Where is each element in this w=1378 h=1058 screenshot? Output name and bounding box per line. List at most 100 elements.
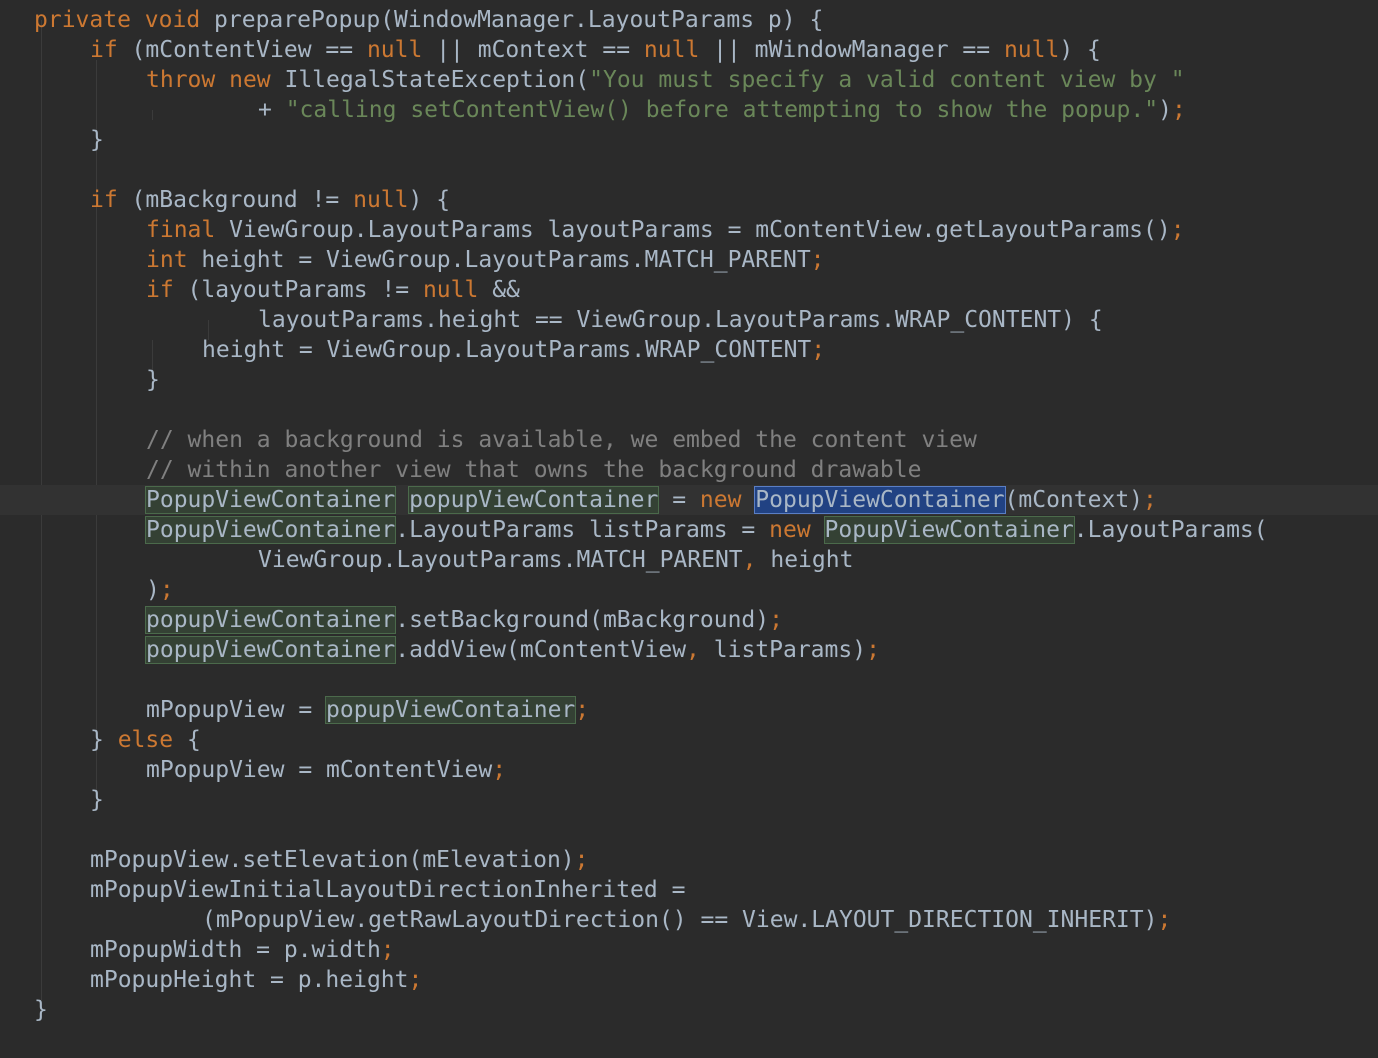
code-token: , (686, 637, 714, 663)
code-line[interactable]: if (mContentView == null || mContext == … (0, 35, 1378, 65)
code-token: ; (1170, 217, 1185, 243)
code-token: height = ViewGroup.LayoutParams.WRAP_CON… (202, 337, 812, 363)
code-line[interactable]: if (layoutParams != null && (0, 275, 1378, 305)
code-token: listParams) (713, 637, 867, 663)
code-line[interactable]: // within another view that owns the bac… (0, 455, 1378, 485)
code-token: height (770, 547, 854, 573)
code-token: mPopupView = (146, 697, 327, 723)
code-line[interactable]: height = ViewGroup.LayoutParams.WRAP_CON… (0, 335, 1378, 365)
code-token: .LayoutParams listParams = (395, 517, 770, 543)
code-line[interactable]: + "calling setContentView() before attem… (0, 95, 1378, 125)
code-token: , (742, 547, 771, 573)
code-text: mPopupHeight = p.height; (90, 965, 422, 995)
code-line[interactable]: int height = ViewGroup.LayoutParams.MATC… (0, 245, 1378, 275)
code-line[interactable]: popupViewContainer.setBackground(mBackgr… (0, 605, 1378, 635)
code-token: // within another view that owns the bac… (146, 457, 922, 483)
code-token: ; (1157, 907, 1172, 933)
code-token: "calling setContentView() before attempt… (285, 97, 1159, 123)
code-token: } (146, 367, 160, 393)
code-line[interactable] (0, 395, 1378, 425)
code-token: ) { (408, 187, 451, 213)
code-token: height = ViewGroup.LayoutParams.MATCH_PA… (201, 247, 811, 273)
code-token: (mBackground != (131, 187, 354, 213)
code-line[interactable]: private void preparePopup(WindowManager.… (0, 5, 1378, 35)
code-line-current[interactable]: PopupViewContainer popupViewContainer = … (0, 485, 1378, 515)
code-line[interactable]: throw new IllegalStateException("You mus… (0, 65, 1378, 95)
code-token: IllegalStateException( (284, 67, 590, 93)
code-line[interactable] (0, 665, 1378, 695)
code-token: ) (1158, 97, 1172, 123)
code-token: null (366, 37, 423, 63)
code-token: = (658, 487, 700, 513)
code-line[interactable]: mPopupViewInitialLayoutDirectionInherite… (0, 875, 1378, 905)
code-token: mPopupView = mContentView (146, 757, 493, 783)
code-token: (mContentView == (131, 37, 367, 63)
code-line[interactable]: mPopupView = popupViewContainer; (0, 695, 1378, 725)
code-text: } (34, 995, 48, 1025)
code-line[interactable]: PopupViewContainer .LayoutParams listPara… (0, 515, 1378, 545)
code-token: ; (574, 847, 589, 873)
code-line[interactable]: mPopupWidth = p.width; (0, 935, 1378, 965)
code-editor[interactable]: private void preparePopup(WindowManager.… (0, 0, 1378, 1058)
code-token: ) (146, 577, 160, 603)
code-token: && (492, 277, 520, 303)
code-token: ; (575, 697, 590, 723)
code-token: mPopupWidth = p.width (90, 937, 381, 963)
code-text: ViewGroup.LayoutParams.MATCH_PARENT, hei… (258, 545, 853, 575)
code-token: ViewGroup.LayoutParams layoutParams = mC… (229, 217, 1171, 243)
code-line[interactable]: (mPopupView.getRawLayoutDirection() == V… (0, 905, 1378, 935)
code-token: || mWindowManager == (699, 37, 1004, 63)
code-token: ; (408, 967, 423, 993)
code-line[interactable]: } (0, 785, 1378, 815)
code-line[interactable]: popupViewContainer.addView(mContentView,… (0, 635, 1378, 665)
code-token: layoutParams.height == ViewGroup.LayoutP… (258, 307, 1103, 333)
code-token: || mContext == (422, 37, 644, 63)
code-text: mPopupView = popupViewContainer; (146, 695, 589, 725)
code-text: if (mContentView == null || mContext == … (90, 35, 1101, 65)
code-line[interactable] (0, 155, 1378, 185)
code-line[interactable]: mPopupView.setElevation(mElevation); (0, 845, 1378, 875)
code-line[interactable]: if (mBackground != null) { (0, 185, 1378, 215)
code-line[interactable]: } (0, 365, 1378, 395)
code-line[interactable]: ViewGroup.LayoutParams.MATCH_PARENT, hei… (0, 545, 1378, 575)
code-text: popupViewContainer.setBackground(mBackgr… (144, 605, 783, 635)
code-text: if (mBackground != null) { (90, 185, 450, 215)
code-token: if (146, 277, 188, 303)
code-token: ; (159, 577, 174, 603)
code-line[interactable]: ); (0, 575, 1378, 605)
code-token: } (34, 997, 48, 1023)
code-line[interactable]: } (0, 125, 1378, 155)
code-line[interactable]: layoutParams.height == ViewGroup.LayoutP… (0, 305, 1378, 335)
code-token: ; (1171, 97, 1186, 123)
code-text: // when a background is available, we em… (146, 425, 977, 455)
code-text: PopupViewContainer .LayoutParams listPara… (144, 515, 1268, 545)
code-token: throw (146, 67, 230, 93)
code-text: height = ViewGroup.LayoutParams.WRAP_CON… (202, 335, 825, 365)
code-line[interactable]: final ViewGroup.LayoutParams layoutParam… (0, 215, 1378, 245)
highlighted-identifier: PopupViewContainer (823, 516, 1075, 544)
code-token: if (90, 37, 132, 63)
code-line[interactable] (0, 815, 1378, 845)
code-text: (mPopupView.getRawLayoutDirection() == V… (202, 905, 1171, 935)
code-token: void (144, 7, 215, 33)
code-text: PopupViewContainer popupViewContainer = … (144, 485, 1157, 515)
code-line[interactable]: } (0, 995, 1378, 1025)
code-token: "You must specify a valid content view b… (589, 67, 1185, 93)
code-line[interactable]: mPopupHeight = p.height; (0, 965, 1378, 995)
code-text: + "calling setContentView() before attem… (258, 95, 1186, 125)
code-line[interactable]: } else { (0, 725, 1378, 755)
code-text: popupViewContainer.addView(mContentView,… (144, 635, 880, 665)
code-text: throw new IllegalStateException("You mus… (146, 65, 1185, 95)
code-line[interactable]: mPopupView = mContentView; (0, 755, 1378, 785)
code-token: ; (492, 757, 507, 783)
code-line[interactable]: // when a background is available, we em… (0, 425, 1378, 455)
highlighted-identifier: popupViewContainer (144, 636, 397, 664)
code-token: null (1003, 37, 1060, 63)
code-text: } (90, 785, 104, 815)
code-token: ; (769, 607, 783, 633)
code-text: final ViewGroup.LayoutParams layoutParam… (146, 215, 1185, 245)
code-token: null (643, 37, 700, 63)
code-token: new (699, 487, 756, 513)
code-text: // within another view that owns the bac… (146, 455, 921, 485)
code-token: .LayoutParams( (1073, 517, 1268, 543)
